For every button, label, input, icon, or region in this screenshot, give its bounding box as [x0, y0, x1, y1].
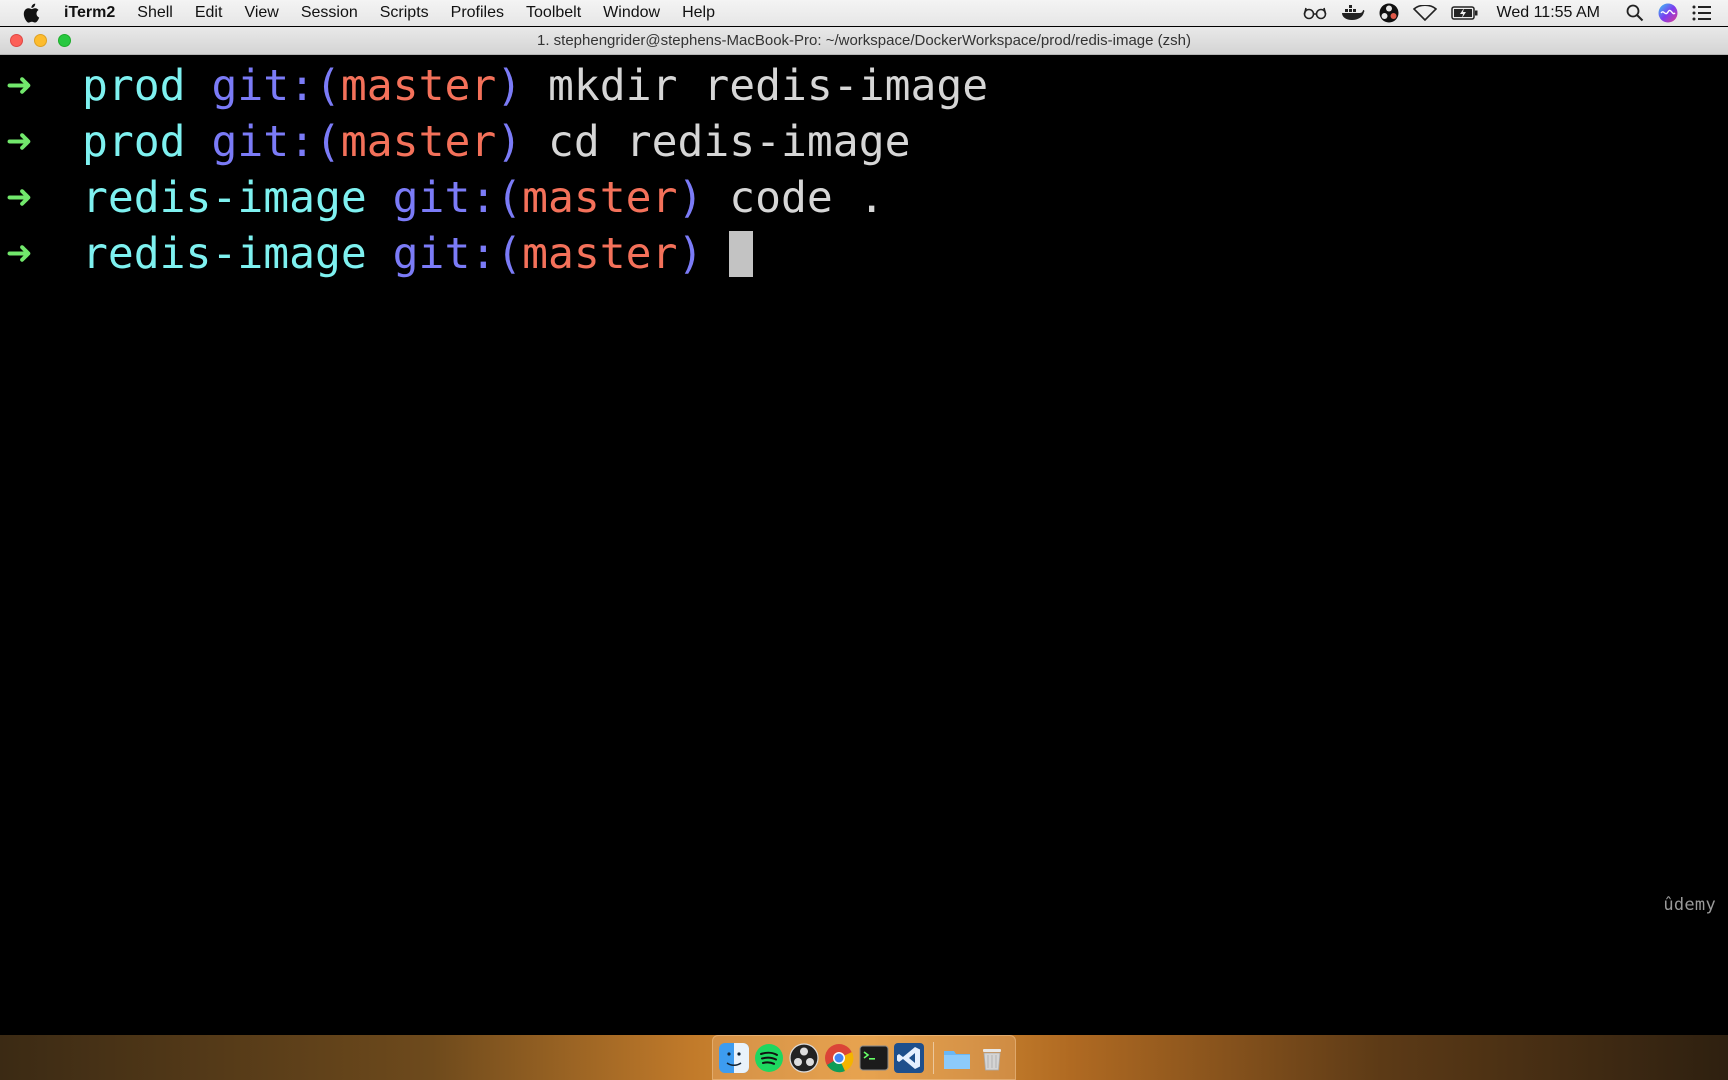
docker-icon[interactable] [1341, 5, 1365, 21]
git-prefix: git:( [211, 117, 341, 167]
window-title-bar[interactable]: 1. stephengrider@stephens-MacBook-Pro: ~… [0, 27, 1728, 55]
minimize-window-button[interactable] [34, 34, 47, 47]
git-prefix: git:( [392, 173, 523, 223]
maximize-window-button[interactable] [58, 34, 71, 47]
prompt-arrow: ➜ [6, 61, 32, 111]
status-area: Wed 11:55 AM [1289, 0, 1712, 26]
clock[interactable]: Wed 11:55 AM [1497, 4, 1600, 22]
git-branch: master [340, 61, 497, 111]
apple-menu-icon[interactable] [22, 3, 44, 23]
menu-toolbelt[interactable]: Toolbelt [526, 4, 581, 22]
terminal-line: ➜ prod git:(master) mkdir redis-image [0, 58, 988, 114]
menu-edit[interactable]: Edit [195, 4, 223, 22]
glasses-icon[interactable] [1303, 6, 1327, 20]
menu-bar: iTerm2 Shell Edit View Session Scripts P… [0, 0, 1728, 26]
menu-shell[interactable]: Shell [137, 4, 173, 22]
downloads-folder-icon[interactable] [942, 1043, 972, 1073]
prompt-dir: prod [82, 117, 186, 167]
git-suffix: ) [677, 173, 704, 223]
chrome-icon[interactable] [824, 1043, 854, 1073]
window-controls [10, 34, 82, 47]
terminal-cursor [729, 231, 754, 277]
battery-icon[interactable] [1450, 6, 1479, 20]
prompt-arrow: ➜ [6, 173, 32, 223]
git-suffix: ) [677, 229, 704, 279]
menu-window[interactable]: Window [603, 4, 660, 22]
obs-status-icon[interactable] [1379, 3, 1399, 23]
prompt-arrow: ➜ [6, 117, 32, 167]
spotify-icon[interactable] [754, 1043, 784, 1073]
close-window-button[interactable] [10, 34, 23, 47]
menu-view[interactable]: View [244, 4, 278, 22]
prompt-dir: redis-image [82, 229, 367, 279]
git-suffix: ) [496, 117, 523, 167]
dock-separator [933, 1041, 934, 1074]
menu-help[interactable]: Help [682, 4, 715, 22]
wifi-icon[interactable] [1412, 5, 1437, 21]
command-text: code . [729, 173, 885, 223]
menu-profiles[interactable]: Profiles [451, 4, 504, 22]
terminal-icon[interactable] [859, 1043, 889, 1073]
dock [712, 1035, 1016, 1080]
terminal-pane[interactable]: ➜ prod git:(master) mkdir redis-image ➜ pr… [0, 55, 1728, 1035]
udemy-watermark: ûdemy [1663, 895, 1716, 915]
spotlight-search-icon[interactable] [1626, 4, 1644, 22]
command-text: cd redis-image [548, 117, 911, 167]
menu-session[interactable]: Session [301, 4, 358, 22]
menu-scripts[interactable]: Scripts [380, 4, 429, 22]
prompt-dir: redis-image [82, 173, 367, 223]
obs-icon[interactable] [789, 1042, 819, 1073]
vscode-icon[interactable] [894, 1042, 924, 1073]
terminal-line: ➜ redis-image git:(master) code . [0, 170, 885, 226]
trash-icon[interactable] [977, 1043, 1007, 1073]
git-suffix: ) [496, 61, 523, 111]
prompt-dir: prod [82, 61, 186, 111]
command-text: mkdir redis-image [548, 61, 989, 111]
git-prefix: git:( [211, 61, 341, 111]
git-prefix: git:( [392, 229, 523, 279]
notification-center-icon[interactable] [1692, 5, 1712, 21]
finder-icon[interactable] [719, 1042, 749, 1073]
terminal-line: ➜ redis-image git:(master) [0, 226, 754, 282]
prompt-arrow: ➜ [6, 229, 32, 279]
siri-icon[interactable] [1658, 3, 1678, 23]
git-branch: master [522, 173, 678, 223]
menu-app-name[interactable]: iTerm2 [64, 4, 115, 22]
git-branch: master [340, 117, 497, 167]
window-title: 1. stephengrider@stephens-MacBook-Pro: ~… [537, 32, 1191, 49]
terminal-line: ➜ prod git:(master) cd redis-image [0, 114, 910, 170]
git-branch: master [522, 229, 678, 279]
